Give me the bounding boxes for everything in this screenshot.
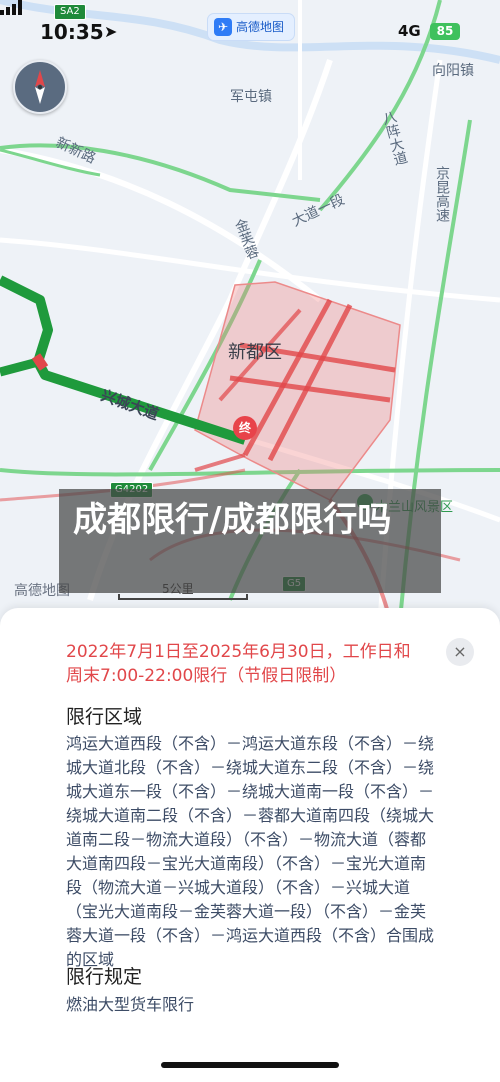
back-to-app-pill[interactable]: ✈ 高德地图 xyxy=(207,13,295,41)
title-overlay: 成都限行/成都限行吗 xyxy=(59,489,441,593)
overlay-title: 成都限行/成都限行吗 xyxy=(73,500,392,540)
map-label-juntun: 军屯镇 xyxy=(230,89,272,105)
battery-icon: 85 xyxy=(430,23,460,40)
location-arrow-icon: ➤ xyxy=(104,22,118,41)
highway-shield-sa2: SA2 xyxy=(54,4,86,20)
map-label-xindu-district: 新都区 xyxy=(228,342,282,363)
section-title-rules: 限行规定 xyxy=(66,966,143,988)
compass-button[interactable] xyxy=(13,60,67,114)
cellular-signal-icon xyxy=(0,0,22,15)
restriction-period-text: 2022年7月1日至2025年6月30日，工作日和周末7:00-22:00限行（… xyxy=(66,642,411,686)
compass-icon xyxy=(35,70,45,104)
scale-bar xyxy=(118,594,248,600)
map-label-jinkun-expressway: 京昆高速 xyxy=(434,166,450,222)
section-body-area: 鸿运大道西段（不含）－鸿运大道东段（不含）－绕城大道北段（不含）－绕城大道东二段… xyxy=(66,734,435,969)
section-body-rules: 燃油大型货车限行 xyxy=(66,995,195,1014)
map-label-xiangyang: 向阳镇 xyxy=(432,63,474,79)
restriction-info-panel: 2022年7月1日至2025年6月30日，工作日和周末7:00-22:00限行（… xyxy=(0,608,500,1082)
network-type: 4G xyxy=(398,22,421,40)
status-time: 10:35 xyxy=(40,20,104,44)
app-pill-label: 高德地图 xyxy=(236,20,285,34)
destination-marker-icon[interactable]: 终 xyxy=(233,416,257,440)
home-indicator[interactable] xyxy=(161,1062,339,1068)
amap-app-icon: ✈ xyxy=(214,18,232,36)
close-icon[interactable]: × xyxy=(446,638,474,666)
section-title-area: 限行区域 xyxy=(66,706,143,728)
